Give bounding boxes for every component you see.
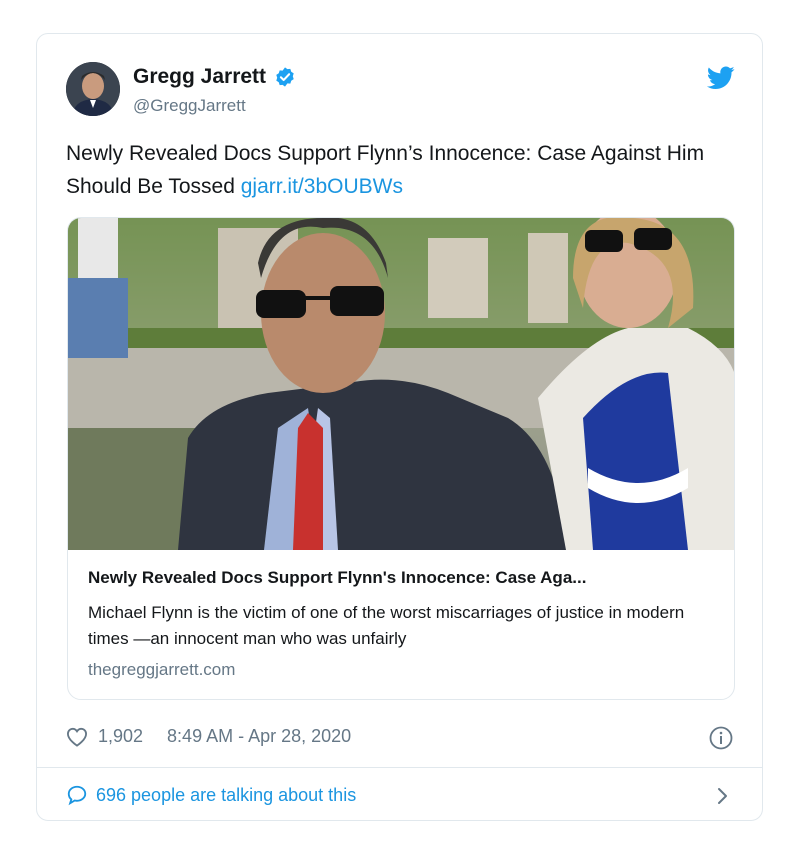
heart-icon[interactable] — [66, 727, 88, 747]
timestamp[interactable]: 8:49 AM - Apr 28, 2020 — [167, 726, 351, 747]
tweet-card: Gregg Jarrett @GreggJarrett Newly Reveal… — [36, 33, 763, 821]
like-count[interactable]: 1,902 — [98, 726, 143, 747]
author-row: Gregg Jarrett — [133, 65, 296, 89]
twitter-bird-icon[interactable] — [706, 66, 735, 90]
talking-count[interactable]: 696 people are talking about this — [96, 785, 356, 806]
tweet-link[interactable]: gjarr.it/3bOUBWs — [241, 175, 403, 198]
chevron-right-icon[interactable] — [716, 786, 730, 806]
info-icon[interactable] — [709, 726, 733, 750]
author-handle[interactable]: @GreggJarrett — [133, 96, 246, 116]
conversation-link[interactable]: 696 people are talking about this — [66, 784, 356, 806]
reply-bubble-icon — [67, 785, 87, 806]
preview-image — [68, 218, 734, 550]
author-name[interactable]: Gregg Jarrett — [133, 65, 266, 89]
preview-description: Michael Flynn is the victim of one of th… — [88, 603, 685, 648]
preview-title: Newly Revealed Docs Support Flynn's Inno… — [88, 568, 587, 587]
preview-text: Newly Revealed Docs Support Flynn's Inno… — [88, 568, 718, 680]
avatar[interactable] — [66, 62, 120, 116]
tweet-meta: 1,902 8:49 AM - Apr 28, 2020 — [66, 726, 351, 747]
preview-domain: thegreggjarrett.com — [88, 660, 236, 679]
link-preview-card[interactable]: Newly Revealed Docs Support Flynn's Inno… — [67, 217, 735, 700]
divider — [37, 767, 762, 768]
verified-badge-icon — [274, 66, 296, 88]
tweet-text: Newly Revealed Docs Support Flynn’s Inno… — [66, 137, 746, 203]
